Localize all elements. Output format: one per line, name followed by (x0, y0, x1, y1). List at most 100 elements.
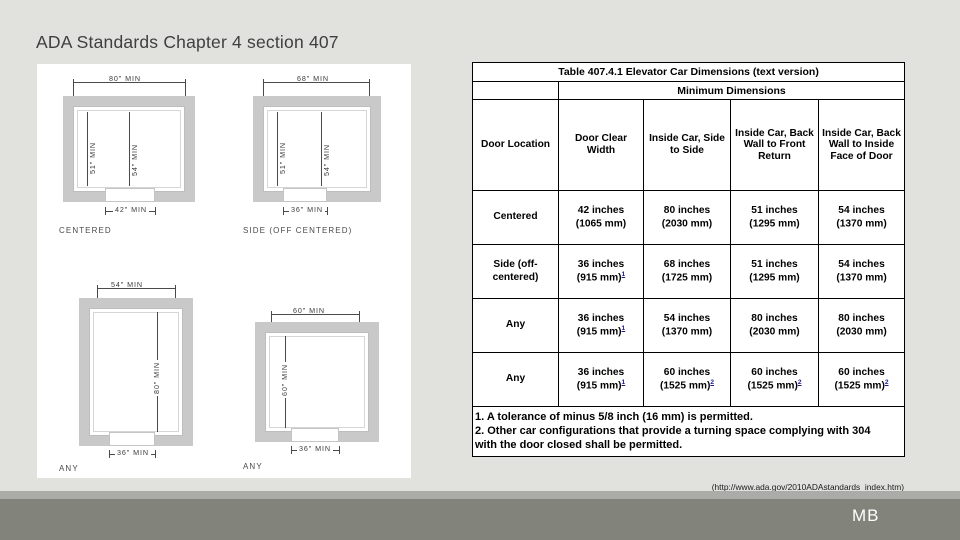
cell-side-to-side: 60 inches (1525 mm)2 (643, 352, 731, 407)
dim-tick (327, 207, 328, 215)
diagram-caption: ANY (59, 464, 79, 473)
dim-door-label: 36" MIN (297, 444, 334, 453)
footnote-ref[interactable]: 2 (885, 379, 889, 386)
table-title: Table 407.4.1 Elevator Car Dimensions (t… (471, 62, 906, 82)
door-opening (291, 428, 339, 442)
dim-door-label: 36" MIN (289, 205, 326, 214)
cell-inches: 80 inches (663, 204, 711, 216)
cell-door-clear-width: 42 inches (1065 mm) (558, 190, 644, 245)
dim-line (263, 82, 369, 83)
cell-back-wall-to-front-return: 60 inches (1525 mm)2 (730, 352, 819, 407)
cell-inches: 60 inches (838, 366, 885, 378)
cell-inches: 54 inches (663, 312, 711, 324)
cell-mm: (1295 mm) (749, 218, 800, 230)
dim-tick (291, 446, 292, 454)
dim-left-depth-label: 51" MIN (278, 139, 287, 176)
cell-mm: (1370 mm) (661, 326, 713, 338)
row-label: Side (off-centered) (472, 244, 559, 299)
col-header-back-wall-to-inside-face-of-door: Inside Car, Back Wall to Inside Face of … (817, 99, 906, 191)
page-title: ADA Standards Chapter 4 section 407 (36, 32, 339, 52)
dim-left-depth-label: 51" MIN (88, 139, 97, 176)
footer-bar (0, 499, 960, 540)
dim-line (97, 288, 175, 289)
footnote-2-line1: 2. Other car configurations that provide… (475, 425, 871, 438)
cell-inches: 68 inches (663, 258, 711, 270)
elevator-dimensions-table: Table 407.4.1 Elevator Car Dimensions (t… (471, 62, 906, 458)
col-header-inside-car-side-to-side: Inside Car, Side to Side (643, 99, 731, 191)
cell-back-wall-to-inside-face: 80 inches (2030 mm) (817, 298, 906, 353)
cell-inches: 54 inches (838, 258, 885, 270)
cell-side-to-side: 54 inches (1370 mm) (643, 298, 731, 353)
cell-mm: (915 mm) (576, 380, 622, 392)
cell-inches: 51 inches (751, 258, 798, 270)
row-label: Any (472, 298, 559, 353)
diagram-side-off-centered: 68" MIN 51" MIN 54" MIN 36" MIN SIDE (OF… (229, 68, 411, 264)
door-opening (109, 432, 155, 446)
table-row: Side (off-centered) 36 inches (915 mm)1 … (472, 244, 906, 299)
row-label: Centered (472, 190, 559, 245)
cell-inches: 60 inches (663, 366, 711, 378)
cell-inches: 36 inches (577, 312, 625, 324)
cell-side-to-side: 80 inches (2030 mm) (643, 190, 731, 245)
cell-inches: 36 inches (577, 258, 625, 270)
footnote-ref[interactable]: 2 (710, 379, 714, 386)
cell-mm: (1525 mm) (747, 380, 798, 392)
diagram-caption: CENTERED (59, 226, 112, 235)
cell-door-clear-width: 36 inches (915 mm)1 (558, 352, 644, 407)
dim-depth-label: 80" MIN (152, 359, 161, 396)
cell-mm: (915 mm) (576, 272, 622, 284)
cell-inches: 51 inches (751, 204, 798, 216)
table-footnotes: 1. A tolerance of minus 5/8 inch (16 mm)… (471, 405, 906, 458)
col-header-door-clear-width: Door Clear Width (558, 99, 644, 191)
cell-back-wall-to-front-return: 51 inches (1295 mm) (730, 244, 819, 299)
cell-mm: (2030 mm) (749, 326, 800, 338)
diagram-any-tall: 54" MIN 80" MIN 36" MIN ANY (45, 266, 227, 476)
cell-inches: 54 inches (838, 204, 885, 216)
dim-tick (155, 207, 156, 215)
table-notes-row: 1. A tolerance of minus 5/8 inch (16 mm)… (471, 405, 906, 458)
dim-tick (109, 450, 110, 458)
dim-tick (105, 207, 106, 215)
diagram-any-square: 60" MIN 60" MIN 36" MIN ANY (229, 266, 411, 476)
cell-back-wall-to-front-return: 51 inches (1295 mm) (730, 190, 819, 245)
footnote-ref[interactable]: 1 (622, 325, 626, 332)
cell-mm: (2030 mm) (661, 218, 713, 230)
dim-right-depth-label: 54" MIN (130, 141, 139, 178)
cell-inches: 42 inches (577, 204, 625, 216)
footer-initials: MB (852, 506, 880, 525)
cell-side-to-side: 68 inches (1725 mm) (643, 244, 731, 299)
empty-corner-cell (472, 81, 559, 100)
diagram-centered: 80" MIN 51" MIN 54" MIN 42" MIN CENTERED (45, 68, 227, 264)
cell-back-wall-to-front-return: 80 inches (2030 mm) (730, 298, 819, 353)
cell-back-wall-to-inside-face: 60 inches (1525 mm)2 (817, 352, 906, 407)
dim-door-label: 42" MIN (113, 205, 150, 214)
footnote-ref[interactable]: 2 (798, 379, 802, 386)
cell-mm: (1370 mm) (836, 272, 887, 284)
footnote-1: 1. A tolerance of minus 5/8 inch (16 mm)… (475, 411, 753, 423)
door-opening (283, 188, 327, 202)
col-header-door-location: Door Location (472, 99, 559, 191)
cell-inches: 80 inches (838, 312, 885, 324)
cell-mm: (1525 mm) (659, 380, 711, 392)
dim-door-label: 36" MIN (115, 448, 152, 457)
table-row: Centered 42 inches (1065 mm) 80 inches (… (472, 190, 906, 245)
dim-tick (339, 446, 340, 454)
group-header-minimum-dimensions: Minimum Dimensions (557, 81, 906, 100)
table-row: Any 36 inches (915 mm)1 60 inches (1525 … (472, 352, 906, 407)
footnote-ref[interactable]: 1 (622, 271, 626, 278)
cell-inches: 60 inches (751, 366, 798, 378)
dim-line (271, 314, 359, 315)
cell-back-wall-to-inside-face: 54 inches (1370 mm) (817, 190, 906, 245)
slide: ADA Standards Chapter 4 section 407 80" … (0, 0, 960, 540)
elevator-diagrams-image: 80" MIN 51" MIN 54" MIN 42" MIN CENTERED… (37, 64, 411, 478)
table-title-row: Table 407.4.1 Elevator Car Dimensions (t… (471, 62, 906, 82)
door-opening (105, 188, 155, 202)
dim-tick (283, 207, 284, 215)
footnote-2-line2: with the door closed shall be permitted. (475, 439, 683, 452)
cell-mm: (1065 mm) (575, 218, 627, 230)
footnote-ref[interactable]: 1 (622, 379, 626, 386)
cell-mm: (1725 mm) (661, 272, 713, 284)
row-label: Any (472, 352, 559, 407)
cell-inches: 36 inches (577, 366, 625, 378)
col-header-back-wall-to-front-return: Inside Car, Back Wall to Front Return (730, 99, 819, 191)
